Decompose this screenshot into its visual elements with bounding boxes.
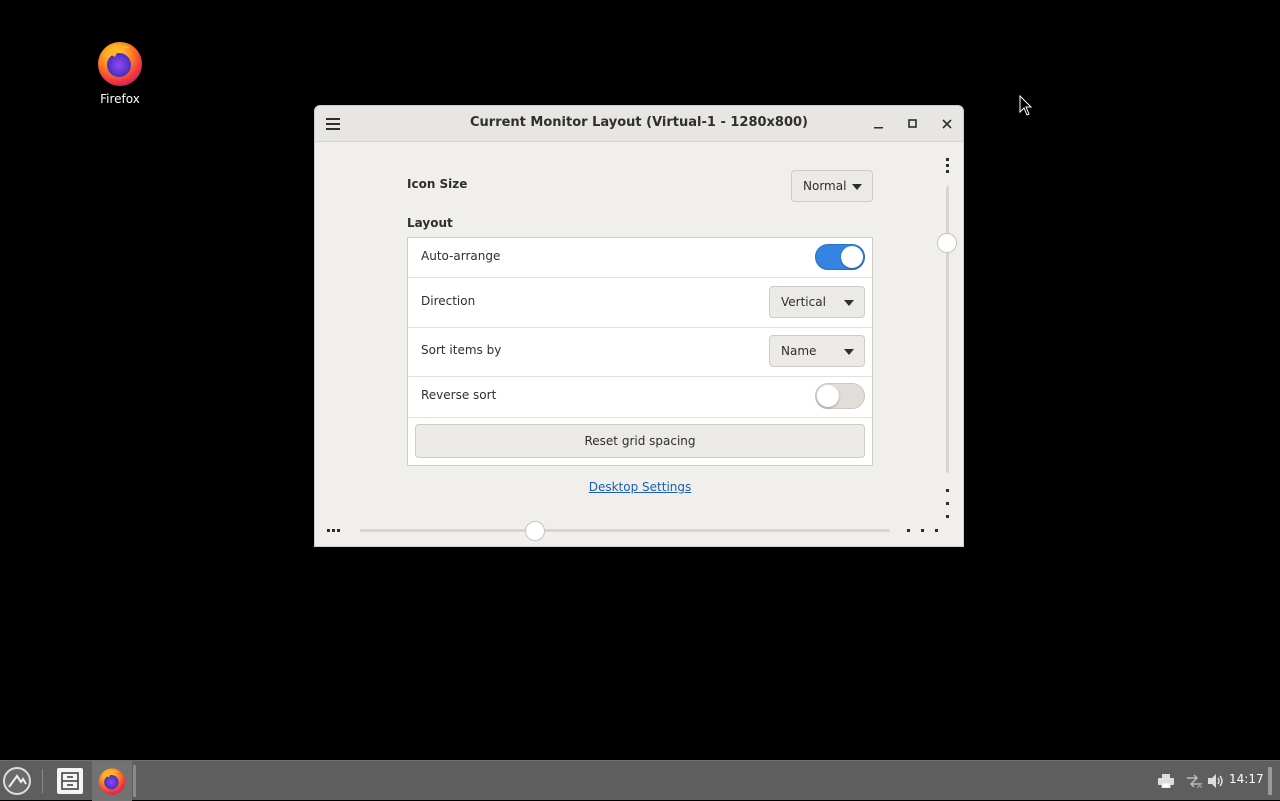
close-button[interactable] — [935, 112, 959, 136]
desktop: Firefox Current Monitor Layout (Virtual-… — [0, 0, 1280, 760]
close-icon — [942, 119, 952, 129]
icon-size-label: Icon Size — [407, 177, 468, 191]
chevron-down-icon — [852, 184, 862, 190]
direction-row: Direction Vertical — [408, 278, 872, 328]
maximize-button[interactable] — [901, 112, 925, 136]
horizontal-slider-track[interactable] — [360, 529, 890, 532]
volume-tray-button[interactable] — [1207, 761, 1225, 801]
direction-value: Vertical — [781, 295, 826, 309]
auto-arrange-toggle[interactable] — [815, 244, 865, 270]
icon-size-dropdown[interactable]: Normal — [791, 170, 873, 202]
layout-panel: Auto-arrange Direction Vertical Sort ite… — [407, 237, 873, 466]
task-divider — [133, 765, 136, 797]
vertical-slider-track[interactable] — [946, 186, 949, 473]
firefox-icon — [98, 768, 126, 795]
printer-tray-button[interactable] — [1158, 761, 1174, 801]
mouse-cursor-icon — [1019, 95, 1033, 116]
sort-by-dropdown[interactable]: Name — [769, 335, 865, 367]
printer-icon — [1158, 774, 1174, 788]
volume-icon — [1208, 774, 1223, 788]
reverse-sort-label: Reverse sort — [421, 388, 497, 402]
show-desktop-button[interactable] — [1268, 767, 1272, 795]
sort-by-row: Sort items by Name — [408, 328, 872, 377]
icon-size-value: Normal — [803, 179, 847, 193]
reverse-sort-row: Reverse sort — [408, 377, 872, 418]
direction-dropdown[interactable]: Vertical — [769, 286, 865, 318]
window-titlebar[interactable]: Current Monitor Layout (Virtual-1 - 1280… — [315, 106, 963, 142]
horizontal-slider-handle[interactable] — [524, 521, 545, 541]
minimize-icon — [874, 127, 883, 129]
sort-by-label: Sort items by — [421, 343, 502, 357]
reverse-sort-toggle[interactable] — [815, 383, 865, 409]
toggle-knob — [817, 385, 839, 407]
window-title: Current Monitor Layout (Virtual-1 - 1280… — [469, 115, 809, 130]
minimize-button[interactable] — [867, 112, 891, 136]
menu-icon — [3, 767, 31, 795]
direction-label: Direction — [421, 294, 476, 308]
clock[interactable]: 14:17 — [1229, 772, 1264, 786]
layout-heading: Layout — [407, 216, 453, 230]
network-tray-button[interactable] — [1185, 761, 1203, 801]
firefox-task-button[interactable] — [92, 761, 132, 801]
monitor-layout-window: Current Monitor Layout (Virtual-1 - 1280… — [314, 105, 964, 547]
taskbar: 14:17 — [0, 760, 1280, 801]
desktop-icon-label: Firefox — [100, 92, 140, 106]
vertical-slider-handle[interactable] — [937, 233, 957, 254]
file-manager-launcher[interactable] — [56, 761, 84, 801]
sort-by-value: Name — [781, 344, 817, 358]
auto-arrange-row: Auto-arrange — [408, 238, 872, 278]
auto-arrange-label: Auto-arrange — [421, 249, 501, 263]
desktop-icon-firefox[interactable]: Firefox — [88, 38, 152, 106]
desktop-settings-link[interactable]: Desktop Settings — [315, 480, 963, 494]
window-content: Icon Size Normal Layout Auto-arrange Dir… — [315, 142, 963, 546]
reset-grid-spacing-button[interactable]: Reset grid spacing — [415, 424, 865, 458]
chevron-down-icon — [844, 349, 854, 355]
maximize-icon — [908, 119, 917, 128]
chevron-down-icon — [844, 300, 854, 306]
taskbar-separator — [42, 769, 43, 793]
firefox-icon — [98, 42, 142, 86]
app-menu-button[interactable] — [2, 761, 32, 801]
file-manager-icon — [57, 768, 83, 794]
network-icon — [1187, 774, 1203, 788]
toggle-knob — [841, 246, 863, 268]
